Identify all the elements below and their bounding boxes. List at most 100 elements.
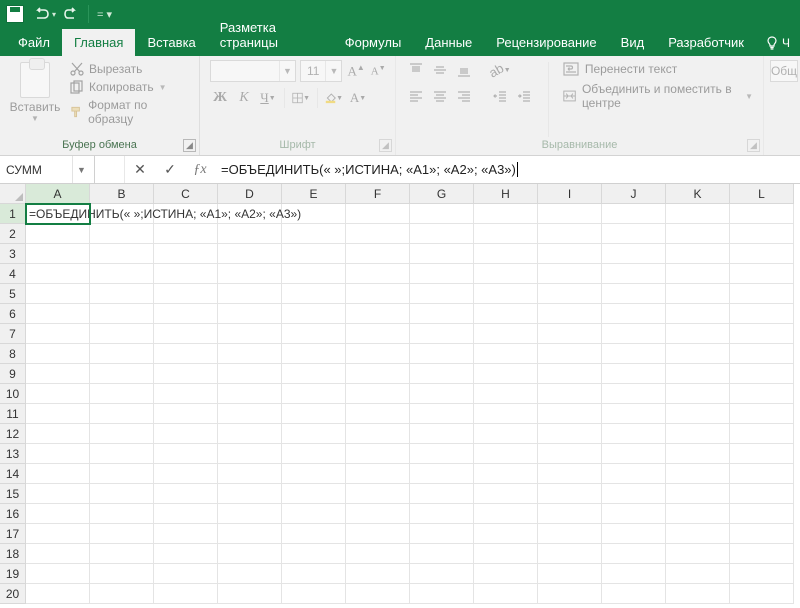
cell[interactable] bbox=[730, 544, 794, 564]
cell[interactable] bbox=[90, 284, 154, 304]
cell[interactable] bbox=[602, 204, 666, 224]
cell[interactable] bbox=[90, 364, 154, 384]
cell[interactable] bbox=[730, 404, 794, 424]
cell[interactable] bbox=[90, 524, 154, 544]
cell[interactable] bbox=[282, 404, 346, 424]
cell[interactable] bbox=[730, 364, 794, 384]
cell[interactable] bbox=[218, 284, 282, 304]
cell[interactable] bbox=[410, 484, 474, 504]
wrap-text-button[interactable]: Перенести текст bbox=[563, 62, 753, 76]
cell[interactable] bbox=[346, 224, 410, 244]
cell[interactable] bbox=[218, 524, 282, 544]
cell[interactable] bbox=[410, 264, 474, 284]
cell[interactable] bbox=[602, 324, 666, 344]
cell[interactable] bbox=[90, 224, 154, 244]
column-header[interactable]: C bbox=[154, 184, 218, 204]
cell[interactable] bbox=[410, 584, 474, 604]
cell[interactable] bbox=[154, 264, 218, 284]
cell[interactable] bbox=[282, 324, 346, 344]
cell[interactable] bbox=[602, 404, 666, 424]
cell[interactable] bbox=[218, 344, 282, 364]
cell[interactable] bbox=[666, 424, 730, 444]
row-header[interactable]: 1 bbox=[0, 204, 26, 224]
column-header[interactable]: K bbox=[666, 184, 730, 204]
cell[interactable] bbox=[538, 484, 602, 504]
cell[interactable] bbox=[282, 504, 346, 524]
tab-view[interactable]: Вид bbox=[609, 29, 657, 56]
cell[interactable] bbox=[282, 484, 346, 504]
cell[interactable] bbox=[602, 484, 666, 504]
cell[interactable] bbox=[282, 284, 346, 304]
cell[interactable] bbox=[154, 584, 218, 604]
fill-color-button[interactable]: ▼ bbox=[324, 88, 344, 108]
cell[interactable] bbox=[218, 244, 282, 264]
cell[interactable] bbox=[602, 264, 666, 284]
cell[interactable] bbox=[282, 464, 346, 484]
cell[interactable] bbox=[346, 244, 410, 264]
worksheet-grid[interactable]: ABCDEFGHIJKL1=ОБЪЕДИНИТЬ(« »;ИСТИНА; «А1… bbox=[0, 184, 800, 604]
cell[interactable] bbox=[26, 224, 90, 244]
cell[interactable] bbox=[474, 364, 538, 384]
cell[interactable] bbox=[602, 284, 666, 304]
align-middle-button[interactable] bbox=[430, 60, 450, 80]
cell[interactable] bbox=[90, 324, 154, 344]
align-bottom-button[interactable] bbox=[454, 60, 474, 80]
cell[interactable] bbox=[474, 344, 538, 364]
cell[interactable] bbox=[218, 264, 282, 284]
cell[interactable] bbox=[154, 544, 218, 564]
cell[interactable] bbox=[602, 344, 666, 364]
paste-button[interactable]: Вставить ▼ bbox=[10, 60, 60, 123]
tell-me[interactable]: Ч bbox=[756, 30, 800, 56]
cell[interactable] bbox=[474, 404, 538, 424]
cell[interactable] bbox=[90, 484, 154, 504]
cell[interactable] bbox=[282, 264, 346, 284]
cell[interactable] bbox=[666, 544, 730, 564]
tab-home[interactable]: Главная bbox=[62, 29, 135, 56]
copy-button[interactable]: Копировать ▼ bbox=[70, 80, 189, 94]
cell[interactable] bbox=[282, 384, 346, 404]
cell[interactable] bbox=[346, 284, 410, 304]
cell[interactable] bbox=[90, 584, 154, 604]
cell[interactable] bbox=[346, 304, 410, 324]
cell[interactable] bbox=[282, 244, 346, 264]
row-header[interactable]: 9 bbox=[0, 364, 26, 384]
cell[interactable] bbox=[346, 324, 410, 344]
cell[interactable] bbox=[666, 384, 730, 404]
cell[interactable] bbox=[26, 504, 90, 524]
cell[interactable] bbox=[346, 264, 410, 284]
row-header[interactable]: 2 bbox=[0, 224, 26, 244]
cell[interactable] bbox=[730, 244, 794, 264]
cell[interactable] bbox=[666, 304, 730, 324]
cell[interactable] bbox=[154, 284, 218, 304]
cell[interactable] bbox=[410, 224, 474, 244]
cell[interactable] bbox=[730, 304, 794, 324]
cell[interactable] bbox=[26, 404, 90, 424]
formula-input[interactable]: =ОБЪЕДИНИТЬ(« »;ИСТИНА; «А1»; «А2»; «А3»… bbox=[215, 156, 800, 183]
cell[interactable] bbox=[218, 304, 282, 324]
cell[interactable] bbox=[218, 224, 282, 244]
row-header[interactable]: 11 bbox=[0, 404, 26, 424]
cell[interactable] bbox=[474, 264, 538, 284]
cell[interactable] bbox=[538, 584, 602, 604]
insert-function-button[interactable]: ƒx bbox=[185, 156, 215, 183]
cell[interactable] bbox=[730, 484, 794, 504]
cell[interactable] bbox=[26, 544, 90, 564]
cell[interactable] bbox=[538, 324, 602, 344]
clipboard-launcher[interactable]: ◢ bbox=[183, 139, 196, 152]
cell[interactable] bbox=[730, 204, 794, 224]
cell[interactable] bbox=[410, 304, 474, 324]
font-name-combo[interactable]: ▼ bbox=[210, 60, 296, 82]
row-header[interactable]: 10 bbox=[0, 384, 26, 404]
cell[interactable] bbox=[410, 364, 474, 384]
cell[interactable] bbox=[730, 344, 794, 364]
cell[interactable] bbox=[154, 504, 218, 524]
cell[interactable] bbox=[410, 324, 474, 344]
cell[interactable] bbox=[218, 544, 282, 564]
select-all-corner[interactable] bbox=[0, 184, 26, 204]
cell[interactable] bbox=[474, 284, 538, 304]
column-header[interactable]: G bbox=[410, 184, 474, 204]
cell[interactable] bbox=[346, 204, 410, 224]
cell[interactable] bbox=[346, 564, 410, 584]
cell[interactable] bbox=[26, 324, 90, 344]
row-header[interactable]: 14 bbox=[0, 464, 26, 484]
